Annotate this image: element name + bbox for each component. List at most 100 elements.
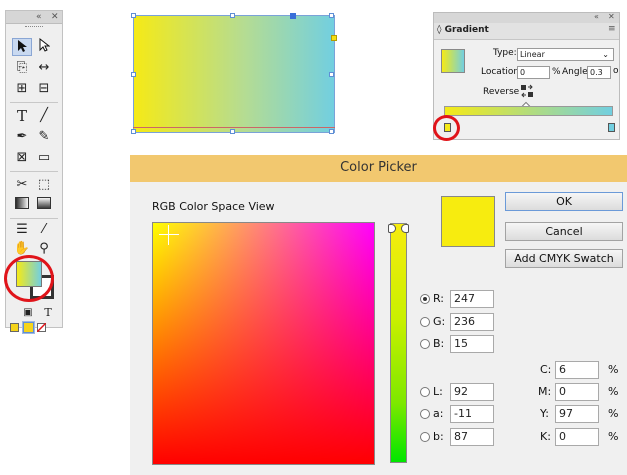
- location-label: Location:: [481, 67, 523, 77]
- c-label: C:: [540, 363, 552, 376]
- gradient-ramp[interactable]: [444, 106, 613, 116]
- collapse-icon[interactable]: «: [594, 12, 599, 22]
- apply-gradient-icon[interactable]: [22, 321, 35, 334]
- color-slider-strip[interactable]: [390, 223, 407, 463]
- angle-field[interactable]: 0.3: [587, 66, 611, 79]
- radio-b[interactable]: [420, 339, 430, 349]
- slider-right-handle[interactable]: [401, 224, 409, 233]
- selection-handle[interactable]: [230, 129, 235, 134]
- color-space-view-label: RGB Color Space View: [152, 200, 275, 213]
- panel-menu-icon[interactable]: ≡: [608, 24, 616, 34]
- selection-handle[interactable]: [131, 13, 136, 18]
- reverse-gradient-icon[interactable]: [520, 84, 534, 98]
- b-field[interactable]: 15: [450, 335, 494, 353]
- b-label: B:: [433, 337, 445, 350]
- dialog-title: Color Picker: [340, 160, 417, 175]
- tools-panel-titlebar: « ✕: [6, 11, 62, 24]
- l-field[interactable]: 92: [450, 383, 494, 401]
- rectangle-frame-tool-icon[interactable]: ⊠: [12, 149, 32, 167]
- baseline: [133, 127, 335, 128]
- radio-r[interactable]: [420, 294, 430, 304]
- pen-tool-icon[interactable]: ✒: [12, 128, 32, 146]
- k-field[interactable]: 0: [555, 428, 599, 446]
- apply-color-icon[interactable]: [10, 323, 19, 332]
- c-field[interactable]: 6: [555, 361, 599, 379]
- selection-handle[interactable]: [329, 129, 334, 134]
- close-icon[interactable]: ✕: [51, 11, 59, 23]
- a-label: a:: [433, 407, 444, 420]
- divider: [10, 102, 58, 103]
- direct-selection-tool-icon[interactable]: [34, 37, 54, 56]
- scissors-tool-icon[interactable]: ✂: [12, 176, 32, 194]
- selection-handle[interactable]: [329, 72, 334, 77]
- m-label: M:: [538, 385, 552, 398]
- content-placer-icon[interactable]: ⊟: [34, 80, 54, 98]
- note-tool-icon[interactable]: ☰: [12, 221, 32, 239]
- page-tool-icon[interactable]: ⎘: [12, 59, 32, 77]
- default-fill-stroke-icon[interactable]: ▣: [18, 304, 38, 322]
- pencil-tool-icon[interactable]: ✎: [34, 128, 54, 146]
- y-unit: %: [608, 407, 619, 420]
- type-select-value: Linear: [520, 50, 545, 59]
- r-label: R:: [433, 292, 445, 305]
- content-collector-icon[interactable]: ⊞: [12, 80, 32, 98]
- a-field[interactable]: -11: [450, 405, 494, 423]
- radio-l[interactable]: [420, 387, 430, 397]
- radio-a[interactable]: [420, 409, 430, 419]
- panel-grip[interactable]: [25, 26, 43, 29]
- add-cmyk-swatch-button[interactable]: Add CMYK Swatch: [505, 249, 623, 268]
- selection-handle[interactable]: [131, 129, 136, 134]
- selection-tool-icon[interactable]: [12, 38, 32, 56]
- lab-b-field[interactable]: 87: [450, 428, 494, 446]
- ok-button[interactable]: OK: [505, 192, 623, 211]
- y-label: Y:: [540, 407, 549, 420]
- apply-none-icon[interactable]: [37, 323, 46, 332]
- color-stop-highlight-circle: [433, 115, 460, 141]
- gradient-panel-tab[interactable]: ◊ Gradient ≡: [434, 23, 619, 40]
- center-reference-point[interactable]: [290, 13, 296, 19]
- l-label: L:: [433, 385, 443, 398]
- gradient-rectangle[interactable]: [131, 13, 337, 134]
- m-unit: %: [608, 385, 619, 398]
- gradient-tab-label: ◊ Gradient: [437, 25, 489, 35]
- y-field[interactable]: 97: [555, 405, 599, 423]
- m-field[interactable]: 0: [555, 383, 599, 401]
- radio-g[interactable]: [420, 317, 430, 327]
- gradient-feather-tool-icon[interactable]: [34, 197, 54, 215]
- gradient-swatch-tool-icon[interactable]: [12, 197, 32, 215]
- dialog-titlebar: Color Picker: [130, 155, 627, 182]
- end-color-stop[interactable]: [608, 123, 615, 132]
- close-icon[interactable]: ✕: [608, 12, 615, 22]
- selection-handle[interactable]: [131, 72, 136, 77]
- eyedropper-tool-icon[interactable]: ⁄: [34, 221, 54, 239]
- radio-lab-b[interactable]: [420, 432, 430, 442]
- color-crosshair[interactable]: [159, 234, 179, 235]
- type-label: Type:: [493, 48, 517, 58]
- gradient-preview-swatch[interactable]: [441, 49, 465, 73]
- cancel-button[interactable]: Cancel: [505, 222, 623, 241]
- line-tool-icon[interactable]: ╱: [34, 107, 54, 125]
- free-transform-tool-icon[interactable]: ⬚: [34, 176, 54, 194]
- lab-b-label: b:: [433, 430, 444, 443]
- r-field[interactable]: 247: [450, 290, 494, 308]
- color-field[interactable]: [152, 222, 375, 465]
- gradient-panel-titlebar: « ✕: [434, 12, 619, 23]
- selection-handle[interactable]: [329, 13, 334, 18]
- color-preview-swatch: [441, 196, 495, 247]
- type-tool-icon[interactable]: T: [12, 107, 32, 125]
- g-label: G:: [433, 315, 446, 328]
- rectangle-tool-icon[interactable]: ▭: [34, 149, 54, 167]
- g-field[interactable]: 236: [450, 313, 494, 331]
- location-field[interactable]: 0: [517, 66, 550, 79]
- k-label: K:: [540, 430, 551, 443]
- type-select[interactable]: Linear ⌄: [517, 48, 614, 61]
- selection-handle[interactable]: [230, 13, 235, 18]
- formatting-affects-text-icon[interactable]: T: [38, 304, 58, 322]
- gradient-panel: « ✕ ◊ Gradient ≡ Type: Linear ⌄ Location…: [433, 12, 620, 140]
- gap-tool-icon[interactable]: ↔: [34, 59, 54, 77]
- fill-highlight-circle: [4, 255, 54, 302]
- divider: [10, 171, 58, 172]
- c-unit: %: [608, 363, 619, 376]
- in-port[interactable]: [331, 35, 337, 41]
- collapse-icon[interactable]: «: [36, 11, 42, 23]
